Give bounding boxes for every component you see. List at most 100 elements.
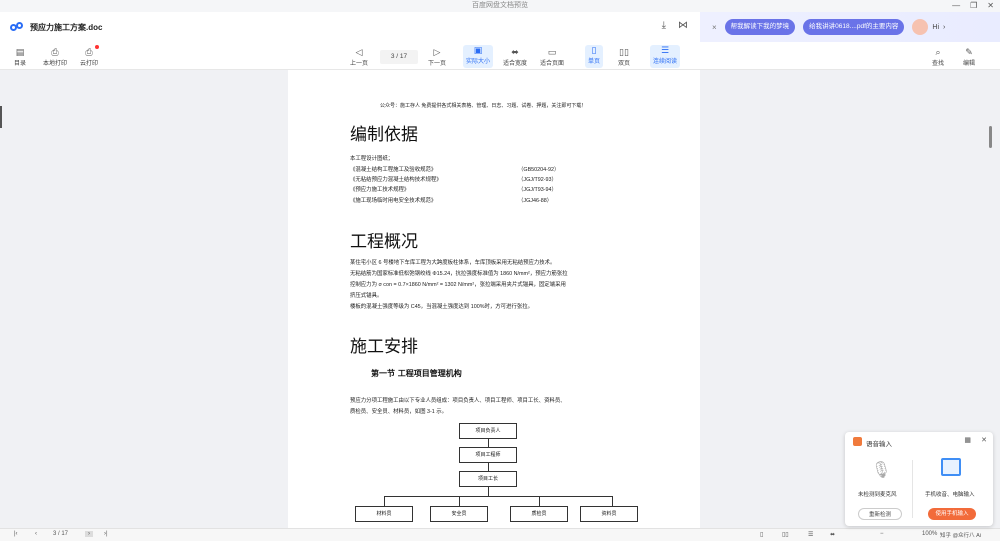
voice-input-icon: [853, 437, 862, 446]
share-icon[interactable]: ⋈: [678, 20, 688, 31]
pencil-icon: ✎: [965, 47, 973, 57]
mic-muted-icon: 🎙: [871, 462, 892, 479]
next-page-button[interactable]: ▷ 下一页: [428, 47, 446, 67]
basis-item: 《预应力施工技术规程》: [350, 187, 410, 193]
org-box-records: 资料员: [580, 506, 638, 522]
org-branch-line: [384, 496, 612, 497]
close-panel-icon[interactable]: ✕: [981, 436, 987, 444]
fit-page-button[interactable]: ▭ 适合页面: [540, 47, 564, 67]
basis-item: 《施工现场临时用电安全技术规范》: [350, 198, 437, 204]
basis-code: （JGJ/T92-93）: [518, 177, 557, 183]
basis-item: 《混凝土结构工程施工及验收规范》: [350, 167, 437, 173]
app-logo-icon: [10, 22, 24, 32]
left-edge-handle[interactable]: [0, 106, 2, 128]
page-indicator[interactable]: 3 / 17: [380, 50, 418, 64]
actual-size-button[interactable]: ▣ 实际大小: [463, 45, 494, 68]
overview-line: 挤压式锚具。: [350, 293, 383, 299]
heading-basis: 编制依据: [350, 125, 418, 145]
fit-icon[interactable]: ⬌: [830, 531, 835, 538]
assistant-greeting[interactable]: Hi: [932, 24, 939, 31]
overview-line: 无粘结筋为国家标准低松弛钢绞线 Φ15.24，抗拉强度标准值为 1860 N/m…: [350, 271, 568, 277]
continuous-icon: ☰: [660, 45, 670, 55]
prev-page-icon[interactable]: ‹: [35, 531, 37, 537]
window-titlebar: 百度网盘文档预览 — ❐ ✕: [0, 0, 1000, 12]
basis-code: （JGJ/T93-94）: [518, 187, 557, 193]
printer-icon: ⎙: [51, 47, 59, 57]
voice-title: 语音输入: [866, 441, 892, 448]
suggestion-dream[interactable]: 帮我解读下我的梦境: [724, 19, 796, 35]
close-window-icon[interactable]: ✕: [987, 0, 994, 12]
no-mic-label: 未检测到麦克风: [858, 492, 897, 498]
continuous-read-button[interactable]: ☰ 连续阅读: [650, 45, 681, 68]
toc-button[interactable]: ▤ 目录: [14, 47, 26, 67]
org-connector: [612, 496, 613, 506]
doc-title: 预应力施工方案.doc: [30, 22, 103, 32]
arrow-right-circle-icon: ▷: [433, 47, 441, 57]
basis-code: （GB50204-92）: [518, 167, 560, 173]
status-bar: |‹ ‹ 3 / 17 › ›| ▯ ▯▯ ☰ ⬌ − 100% 知乎 @众行八…: [0, 528, 1000, 541]
section-text: 质检员、安全员、材料员，如图 3-1 示。: [350, 409, 448, 415]
view-mode-icon[interactable]: ▯: [760, 531, 763, 538]
ai-suggestion-bar: × 帮我解读下我的梦境 给我讲讲0618....pdf的主要内容 Hi ›: [700, 12, 1000, 42]
devices-icon: [941, 458, 961, 476]
basis-item: 《无粘结预应力混凝土结构技术规程》: [350, 177, 442, 183]
notification-dot: [95, 45, 99, 49]
arrow-left-circle-icon: ◁: [355, 47, 363, 57]
fit-page-icon: ▭: [547, 47, 557, 57]
suggestion-pdf[interactable]: 给我讲讲0618....pdf的主要内容: [803, 19, 905, 35]
viewer-toolbar: [0, 42, 1000, 70]
org-box-manager: 项目负责人: [459, 423, 517, 439]
chevron-right-icon[interactable]: ›: [943, 24, 945, 31]
prev-page-button[interactable]: ◁ 上一页: [350, 47, 368, 67]
document-page: 公众号：施工存人 免费提供各式相关表格、管理、日志、习题、试卷、押题，关注即可下…: [288, 70, 700, 528]
cloud-printer-icon: ⎙: [85, 47, 93, 57]
actual-size-icon: ▣: [473, 45, 483, 55]
search-button[interactable]: ⌕ 查找: [932, 47, 944, 67]
heading-arrange: 施工安排: [350, 337, 418, 357]
double-page-button[interactable]: ▯▯ 双页: [618, 47, 630, 67]
restore-icon[interactable]: ❐: [970, 0, 977, 12]
overview-line: 某住宅小区 6 号楼地下车库工程为大跨度板柱体系，车库顶板采用无粘结预应力技术。: [350, 260, 556, 266]
org-box-safety: 安全员: [430, 506, 488, 522]
section-text: 预应力分项工程施工由以下专业人员组成：项目负责人、项目工程师、项目工长、资料员、: [350, 398, 566, 404]
download-icon[interactable]: ⤓: [662, 20, 666, 31]
fit-width-icon: ⬌: [511, 47, 519, 57]
window-title: 百度网盘文档预览: [472, 2, 528, 9]
scrollbar-thumb[interactable]: [989, 126, 992, 148]
edit-button[interactable]: ✎ 编辑: [963, 47, 975, 67]
use-phone-button[interactable]: 使用手机输入: [928, 508, 976, 520]
first-page-icon[interactable]: |‹: [14, 531, 18, 537]
zoom-out-icon[interactable]: −: [880, 531, 884, 537]
basis-code: （JGJ46-88）: [518, 198, 553, 204]
org-box-quality: 质检员: [510, 506, 568, 522]
zoom-level[interactable]: 100%: [922, 531, 937, 537]
cloud-print-button[interactable]: ⎙ 云打印: [80, 47, 98, 67]
voice-input-panel: 语音输入 ▦ ✕ 🎙 未检测到麦克风 手机收音、电脑输入 重新检测 使用手机输入: [845, 432, 993, 526]
single-page-button[interactable]: ▯ 单页: [585, 45, 604, 68]
grid-icon[interactable]: ▦: [964, 436, 971, 444]
minimize-icon[interactable]: —: [952, 0, 960, 12]
view-continuous-icon[interactable]: ☰: [808, 531, 813, 538]
overview-line: 控制应力为 σ con = 0.7×1860 N/mm² = 1302 N/mm…: [350, 282, 566, 288]
assistant-avatar[interactable]: [912, 19, 929, 35]
bottom-page-indicator[interactable]: 3 / 17: [53, 531, 68, 537]
panel-divider: [912, 460, 913, 518]
org-box-material: 材料员: [355, 506, 413, 522]
search-icon: ⌕: [935, 47, 941, 57]
last-page-icon[interactable]: ›|: [104, 531, 108, 537]
retry-button[interactable]: 重新检测: [858, 508, 902, 520]
org-box-engineer: 项目工程师: [459, 447, 517, 463]
close-suggestions-icon[interactable]: ×: [712, 23, 717, 32]
org-box-foreman: 项目工长: [459, 471, 517, 487]
org-connector: [384, 496, 385, 506]
basis-intro: 本工程设计图纸；: [350, 156, 394, 162]
org-connector: [459, 496, 460, 506]
fit-width-button[interactable]: ⬌ 适合宽度: [503, 47, 527, 67]
next-page-icon[interactable]: ›: [85, 531, 93, 537]
local-print-button[interactable]: ⎙ 本地打印: [43, 47, 67, 67]
devices-label: 手机收音、电脑输入: [925, 492, 975, 498]
org-connector: [488, 487, 489, 496]
overview-line: 楼板的混凝土强度等级为 C45，当混凝土强度达到 100%时，方可进行张拉。: [350, 304, 534, 310]
view-double-icon[interactable]: ▯▯: [782, 531, 789, 538]
single-page-icon: ▯: [591, 45, 597, 55]
